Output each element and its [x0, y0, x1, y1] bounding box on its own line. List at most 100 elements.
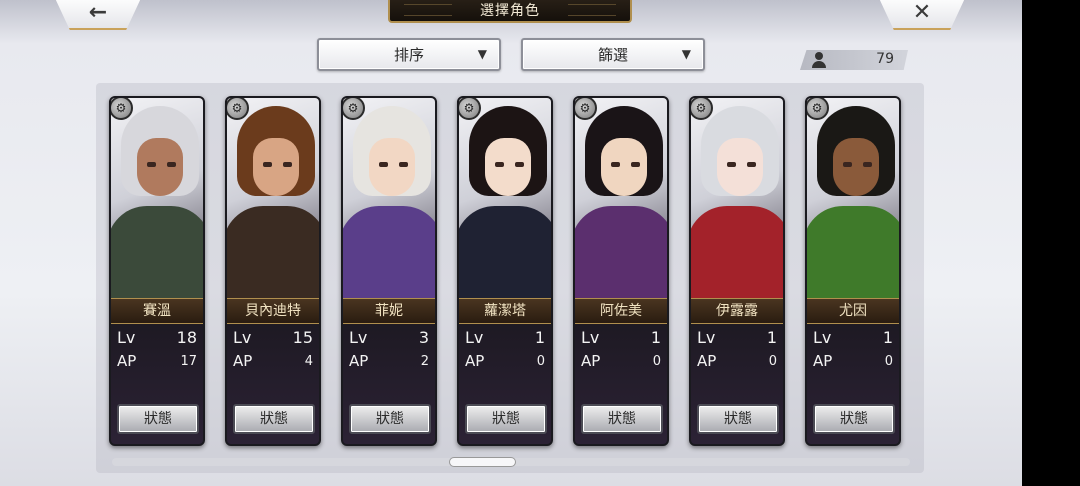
ap-value: 0	[536, 354, 545, 369]
character-portrait	[575, 98, 667, 298]
ap-label: AP	[465, 352, 485, 370]
close-button[interactable]: ✕	[878, 0, 966, 30]
portrait-eye	[147, 162, 156, 167]
character-portrait	[111, 98, 203, 298]
character-card[interactable]: ⚙ 伊露露 Lv 1 AP 0 狀態	[689, 96, 785, 446]
portrait-eye	[495, 162, 504, 167]
ap-label: AP	[117, 352, 137, 370]
character-card[interactable]: ⚙ 尤因 Lv 1 AP 0 狀態	[805, 96, 901, 446]
person-icon	[812, 52, 826, 68]
level-value: 1	[650, 328, 661, 347]
level-value: 18	[176, 328, 197, 347]
filter-dropdown[interactable]: 篩選 ▼	[521, 38, 705, 71]
portrait-outfit	[111, 206, 203, 298]
back-arrow-icon: ←	[88, 0, 108, 25]
ap-label: AP	[349, 352, 369, 370]
character-name: 蘿潔塔	[459, 298, 551, 324]
portrait-face	[253, 138, 299, 196]
level-label: Lv	[813, 328, 832, 347]
status-button[interactable]: 狀態	[813, 404, 895, 434]
portrait-eye	[747, 162, 756, 167]
level-row: Lv 1	[465, 328, 545, 350]
ap-row: AP 4	[233, 352, 313, 374]
status-button[interactable]: 狀態	[233, 404, 315, 434]
back-button[interactable]: ←	[54, 0, 142, 30]
ap-label: AP	[581, 352, 601, 370]
scrollbar-thumb[interactable]	[449, 457, 516, 467]
portrait-eye	[863, 162, 872, 167]
level-value: 15	[292, 328, 313, 347]
status-button[interactable]: 狀態	[581, 404, 663, 434]
level-value: 1	[766, 328, 777, 347]
class-emblem-icon: ⚙	[459, 98, 481, 120]
portrait-eye	[515, 162, 524, 167]
character-portrait	[227, 98, 319, 298]
portrait-eye	[631, 162, 640, 167]
status-button[interactable]: 狀態	[465, 404, 547, 434]
screen-edge	[1022, 0, 1080, 486]
sort-dropdown[interactable]: 排序 ▼	[317, 38, 501, 71]
ap-label: AP	[813, 352, 833, 370]
sort-label: 排序	[393, 46, 424, 64]
level-row: Lv 3	[349, 328, 429, 350]
ap-value: 0	[884, 354, 893, 369]
portrait-eye	[379, 162, 388, 167]
class-emblem-icon: ⚙	[227, 98, 249, 120]
character-name: 阿佐美	[575, 298, 667, 324]
class-emblem-icon: ⚙	[807, 98, 829, 120]
ap-row: AP 17	[117, 352, 197, 374]
portrait-outfit	[575, 206, 667, 298]
status-button[interactable]: 狀態	[697, 404, 779, 434]
portrait-eye	[167, 162, 176, 167]
close-icon: ✕	[912, 0, 932, 25]
ap-label: AP	[697, 352, 717, 370]
character-count-badge: 79	[800, 50, 908, 70]
character-portrait	[807, 98, 899, 298]
ap-row: AP 0	[465, 352, 545, 374]
level-label: Lv	[117, 328, 136, 347]
level-row: Lv 1	[697, 328, 777, 350]
game-screen: ← 選擇角色 ✕ 排序 ▼ 篩選 ▼ 79 ⚙ 賽溫 Lv 18 AP 17 狀態 ⚙ 貝內迪特…	[0, 0, 1022, 486]
class-emblem-icon: ⚙	[343, 98, 365, 120]
character-portrait	[343, 98, 435, 298]
level-row: Lv 1	[813, 328, 893, 350]
status-button[interactable]: 狀態	[117, 404, 199, 434]
character-card[interactable]: ⚙ 貝內迪特 Lv 15 AP 4 狀態	[225, 96, 321, 446]
character-name: 尤因	[807, 298, 899, 324]
portrait-outfit	[459, 206, 551, 298]
portrait-eye	[843, 162, 852, 167]
portrait-eye	[283, 162, 292, 167]
character-name: 菲妮	[343, 298, 435, 324]
status-button[interactable]: 狀態	[349, 404, 431, 434]
ap-row: AP 0	[581, 352, 661, 374]
portrait-outfit	[807, 206, 899, 298]
level-label: Lv	[233, 328, 252, 347]
character-card[interactable]: ⚙ 賽溫 Lv 18 AP 17 狀態	[109, 96, 205, 446]
character-card[interactable]: ⚙ 蘿潔塔 Lv 1 AP 0 狀態	[457, 96, 553, 446]
chevron-down-icon: ▼	[477, 47, 487, 61]
class-emblem-icon: ⚙	[691, 98, 713, 120]
character-card[interactable]: ⚙ 菲妮 Lv 3 AP 2 狀態	[341, 96, 437, 446]
portrait-eye	[263, 162, 272, 167]
level-row: Lv 18	[117, 328, 197, 350]
level-label: Lv	[581, 328, 600, 347]
ap-label: AP	[233, 352, 253, 370]
character-count: 79	[876, 51, 894, 67]
character-name: 賽溫	[111, 298, 203, 324]
level-label: Lv	[697, 328, 716, 347]
level-row: Lv 15	[233, 328, 313, 350]
character-card[interactable]: ⚙ 阿佐美 Lv 1 AP 0 狀態	[573, 96, 669, 446]
ap-value: 4	[304, 354, 313, 369]
class-emblem-icon: ⚙	[575, 98, 597, 120]
portrait-face	[717, 138, 763, 196]
portrait-face	[833, 138, 879, 196]
level-value: 1	[882, 328, 893, 347]
level-value: 1	[534, 328, 545, 347]
character-name: 伊露露	[691, 298, 783, 324]
character-portrait	[691, 98, 783, 298]
portrait-face	[369, 138, 415, 196]
portrait-eye	[399, 162, 408, 167]
level-value: 3	[418, 328, 429, 347]
level-row: Lv 1	[581, 328, 661, 350]
portrait-face	[485, 138, 531, 196]
